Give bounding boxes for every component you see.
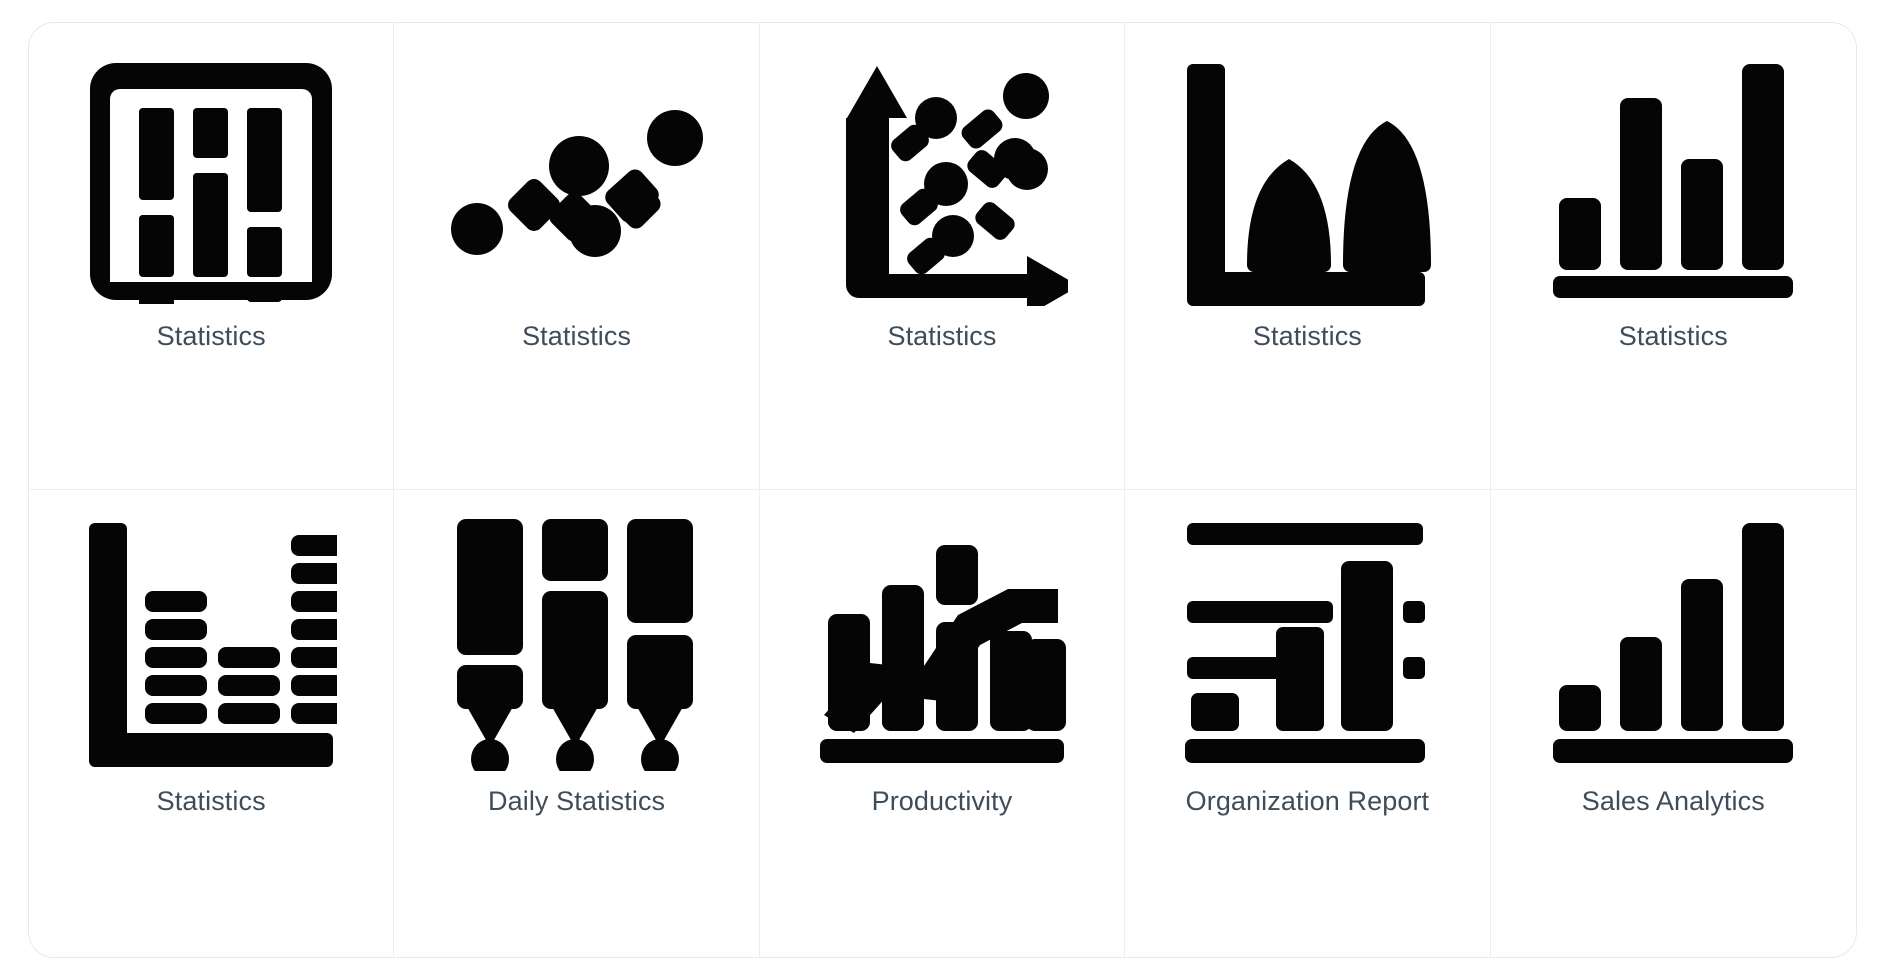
icon-label: Statistics xyxy=(887,321,997,351)
icon-grid: Statistics Statistics Statistics Statist… xyxy=(29,23,1856,957)
icon-cell-2[interactable]: Statistics xyxy=(394,23,760,490)
statistics-scatter-axes-icon xyxy=(807,47,1077,315)
statistics-zigzag-line-dots-icon xyxy=(442,47,712,315)
icon-label: Statistics xyxy=(522,321,632,351)
icon-label: Statistics xyxy=(1618,321,1728,351)
productivity-bars-trendline-icon xyxy=(807,508,1077,776)
icon-cell-10[interactable]: Sales Analytics xyxy=(1491,490,1856,957)
icon-cell-1[interactable]: Statistics xyxy=(29,23,395,490)
icon-label: Statistics xyxy=(156,786,266,816)
icon-label: Productivity xyxy=(871,786,1013,816)
icon-label: Organization Report xyxy=(1185,786,1430,816)
organization-report-icon xyxy=(1172,508,1442,776)
icon-label: Statistics xyxy=(1252,321,1362,351)
sales-analytics-growth-bars-icon xyxy=(1538,508,1808,776)
icon-cell-5[interactable]: Statistics xyxy=(1490,23,1856,490)
daily-statistics-pencils-icon xyxy=(442,508,712,776)
icon-sheet: Statistics Statistics Statistics Statist… xyxy=(28,22,1857,958)
statistics-area-hills-icon xyxy=(1172,47,1442,315)
statistics-bar-chart-icon xyxy=(1538,47,1808,315)
icon-label: Statistics xyxy=(156,321,266,351)
icon-label: Sales Analytics xyxy=(1581,786,1765,816)
icon-cell-8[interactable]: Productivity xyxy=(760,490,1126,957)
icon-cell-4[interactable]: Statistics xyxy=(1125,23,1491,490)
icon-cell-3[interactable]: Statistics xyxy=(759,23,1126,490)
statistics-framed-bar-chart-icon xyxy=(76,47,346,315)
icon-cell-7[interactable]: Daily Statistics xyxy=(394,490,760,957)
statistics-equalizer-blocks-icon xyxy=(76,508,346,776)
icon-cell-9[interactable]: Organization Report xyxy=(1125,490,1491,957)
icon-label: Daily Statistics xyxy=(488,786,666,816)
icon-cell-6[interactable]: Statistics xyxy=(29,490,395,957)
